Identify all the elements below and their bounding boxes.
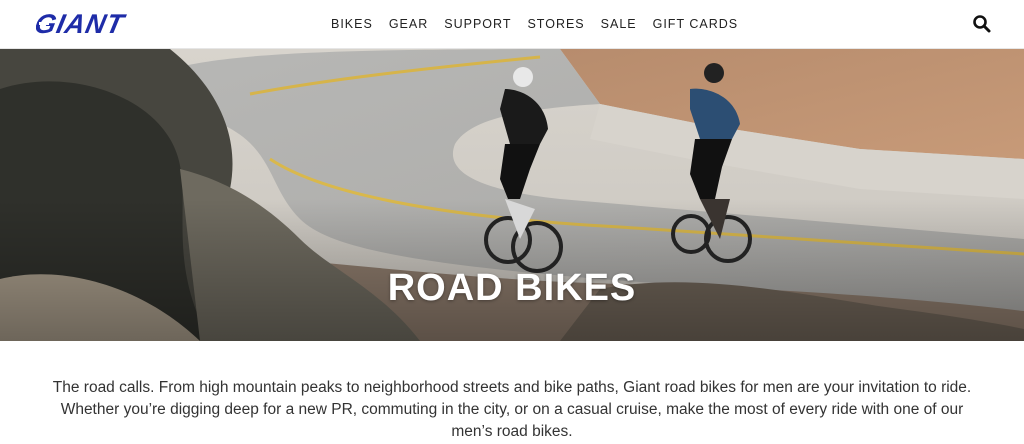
- nav-sale[interactable]: SALE: [593, 0, 645, 48]
- intro-text: The road calls. From high mountain peaks…: [40, 377, 984, 443]
- nav-support[interactable]: SUPPORT: [436, 0, 519, 48]
- giant-logo[interactable]: GIANT: [36, 10, 186, 38]
- nav-stores[interactable]: STORES: [519, 0, 592, 48]
- search-icon[interactable]: [972, 14, 992, 34]
- nav-bikes[interactable]: BIKES: [323, 0, 381, 48]
- intro-line: The road calls. From high mountain peaks…: [52, 379, 972, 396]
- hero-title: ROAD BIKES: [387, 267, 637, 309]
- giant-logo-mark: GIANT: [36, 10, 129, 38]
- nav-gear[interactable]: GEAR: [381, 0, 436, 48]
- intro-line: Whether you’re digging deep for a new PR…: [60, 401, 964, 418]
- main-nav: BIKES GEAR SUPPORT STORES SALE GIFT CARD…: [323, 0, 746, 48]
- hero-banner: ROAD BIKES: [0, 49, 1024, 341]
- svg-text:GIANT: GIANT: [36, 10, 129, 38]
- site-header: GIANT BIKES GEAR SUPPORT STORES SALE GIF…: [0, 0, 1024, 49]
- intro-line: men’s road bikes.: [451, 423, 573, 440]
- nav-gift-cards[interactable]: GIFT CARDS: [645, 0, 746, 48]
